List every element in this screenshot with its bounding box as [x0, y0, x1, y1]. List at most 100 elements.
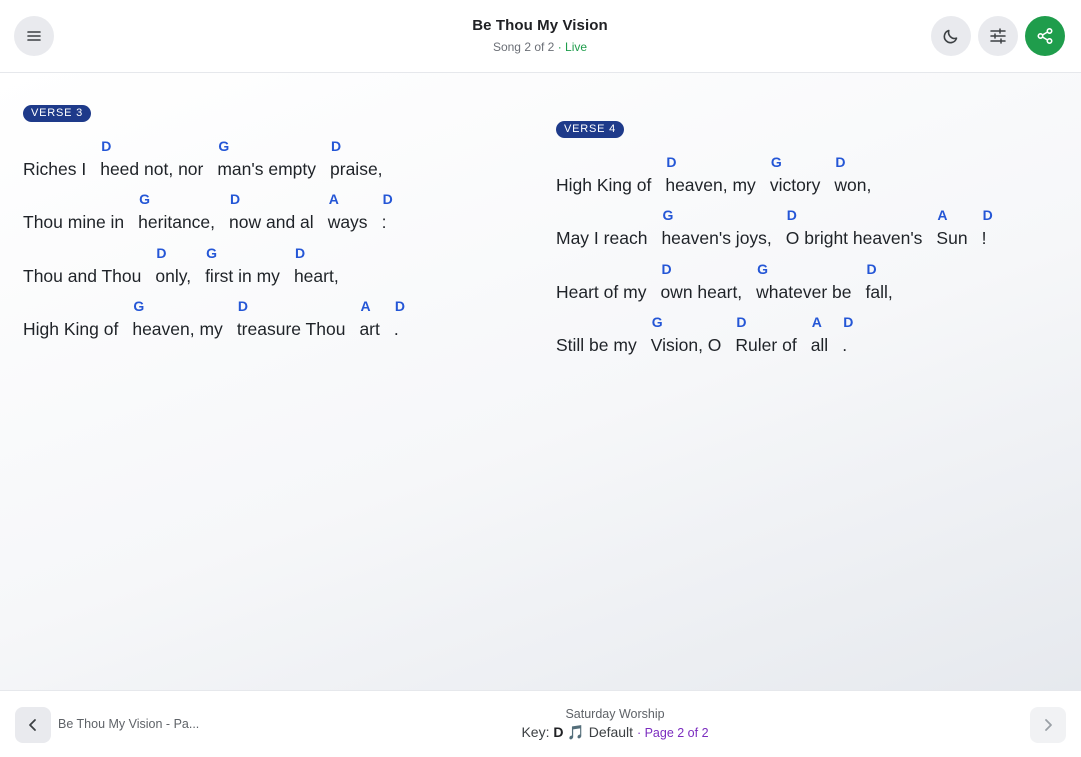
- lyric-text: victory: [769, 174, 821, 195]
- lyric-text: praise,: [330, 158, 383, 179]
- chord-symbol: [556, 204, 647, 226]
- lyric-text: fall,: [865, 281, 893, 302]
- share-icon: [1037, 27, 1053, 45]
- chord-symbol: D: [982, 207, 993, 223]
- chord-symbol: D: [237, 298, 248, 314]
- lyric-segment: Gwhatever be: [756, 258, 851, 304]
- lyric-line: High King of Gheaven, my Dtreasure Thou Aar…: [23, 288, 419, 342]
- lyric-text: won,: [834, 174, 872, 195]
- lyric-segment: Dtreasure Thou: [237, 295, 346, 341]
- settings-button[interactable]: [978, 16, 1018, 56]
- lyric-text: Sun: [936, 228, 968, 248]
- lyric-line: Heart of my Down heart, Gwhatever be Dfall,: [556, 250, 1007, 304]
- chord-symbol: D: [230, 191, 241, 207]
- lyric-text: :: [381, 212, 387, 232]
- lyric-text: Thou mine in: [23, 212, 125, 232]
- lyric-text: Heart of my: [556, 281, 647, 302]
- chevron-right-icon: [1045, 719, 1052, 731]
- lyric-segment: D.: [394, 295, 405, 341]
- lyric-segment: D Ruler of: [735, 311, 796, 357]
- lyric-line: May I reach Gheaven's joys, D O bright heav…: [556, 197, 1007, 251]
- lyric-segment: High King of: [23, 295, 118, 341]
- chord-symbol: D: [331, 137, 342, 154]
- lyric-segment: Dwon,: [834, 151, 871, 197]
- song-heading: Be Thou My Vision Song 2 of 2 · Live: [340, 17, 740, 54]
- lyric-segment: Dfall,: [866, 258, 893, 304]
- menu-button[interactable]: [14, 16, 54, 56]
- song-title: Be Thou My Vision: [472, 17, 608, 34]
- chord-symbol: [556, 151, 651, 173]
- lyric-segment: Donly,: [155, 242, 191, 288]
- lyric-segment: Dnow and al: [229, 188, 314, 234]
- lyric-line: Thou and Thou Donly, Gfirst in my Dheart,: [23, 234, 419, 288]
- share-button[interactable]: [1025, 16, 1065, 56]
- chord-symbol: D: [294, 244, 306, 261]
- next-song-button[interactable]: [1030, 707, 1066, 743]
- lyric-line: Thou mine in Gheritance, Dnow and al Aways D…: [23, 181, 419, 235]
- chord-symbol: G: [770, 153, 782, 170]
- set-info: Saturday Worship Key: D 🎵 Default · Page…: [415, 707, 815, 741]
- chord-symbol: [23, 242, 141, 264]
- song-count: Song 2 of 2: [492, 40, 555, 54]
- lyric-segment: Dheart,: [294, 242, 339, 288]
- chord-symbol: D: [786, 207, 797, 223]
- lyric-text: High King of: [23, 319, 119, 339]
- verse-label: VERSE 4: [556, 121, 625, 138]
- chord-symbol: G: [139, 191, 151, 207]
- previous-song-label[interactable]: Be Thou My Vision - Pa...: [58, 717, 199, 731]
- lyric-segment: Gheaven, my: [132, 295, 222, 341]
- lyric-text: heart,: [293, 265, 339, 286]
- lyric-segment: Dheaven, my: [665, 151, 755, 197]
- bottom-bar: Be Thou My Vision - Pa... Saturday Worsh…: [0, 690, 1081, 757]
- chord-symbol: D: [666, 153, 677, 170]
- lyric-segment: Riches I: [23, 135, 86, 181]
- lyric-text: .: [842, 335, 848, 355]
- verse-label: VERSE 3: [23, 105, 92, 122]
- lyric-text: heaven, my: [132, 319, 223, 339]
- lyric-text: Thou and Thou: [23, 265, 142, 286]
- lyric-segment: D.: [842, 311, 853, 357]
- lyric-text: .: [393, 319, 399, 339]
- chord-symbol: D: [736, 314, 747, 330]
- chord-sheet: VERSE 3 Riches I Dheed not, nor Gman's emp…: [0, 73, 1081, 690]
- lyric-text: now and al: [229, 212, 314, 232]
- lyric-segment: D:: [382, 188, 393, 234]
- moon-icon: [943, 29, 958, 44]
- key-prefix: Key:: [521, 724, 550, 740]
- chord-symbol: G: [218, 137, 230, 154]
- lyric-text: heed not, nor: [100, 158, 204, 179]
- lyric-segment: Gman's empty: [217, 135, 316, 181]
- lyric-segment: G Vision, O: [651, 311, 722, 357]
- lyric-text: treasure Thou: [236, 319, 346, 339]
- chord-symbol: A: [811, 314, 822, 330]
- chord-symbol: [23, 295, 118, 317]
- lyric-segment: Heart of my: [556, 258, 646, 304]
- chord-symbol: D: [866, 260, 877, 277]
- lyric-segment: Dheed not, nor: [100, 135, 203, 181]
- lyric-segment: Gheritance,: [138, 188, 215, 234]
- chord-symbol: [556, 311, 637, 333]
- lyric-text: May I reach: [556, 228, 648, 248]
- lyric-segment: Aways: [328, 188, 368, 234]
- lyric-text: whatever be: [756, 281, 852, 302]
- lyric-text: first in my: [205, 265, 280, 286]
- chord-symbol: D: [661, 260, 672, 277]
- lyric-line: High King of Dheaven, my Gvictory Dwon,: [556, 143, 1007, 197]
- song-position: Song 2 of 2 · Live: [340, 40, 740, 54]
- lyric-segment: Dpraise,: [330, 135, 383, 181]
- chord-symbol: G: [651, 314, 663, 330]
- lyric-text: all: [810, 335, 829, 355]
- lyric-text: ways: [327, 212, 368, 232]
- lyric-segment: High King of: [556, 151, 651, 197]
- lyric-line: Riches I Dheed not, nor Gman's empty Dprais…: [23, 127, 419, 181]
- lyric-line: Still be my G Vision, O D Ruler of Aall D.: [556, 304, 1007, 358]
- chevron-left-icon: [29, 719, 36, 731]
- sliders-icon: [990, 28, 1006, 44]
- theme-toggle-button[interactable]: [931, 16, 971, 56]
- lyric-text: heaven's joys,: [661, 228, 772, 248]
- chord-symbol: [23, 188, 124, 210]
- previous-song-button[interactable]: [15, 707, 51, 743]
- verse-lines: Riches I Dheed not, nor Gman's empty Dprais…: [23, 127, 419, 341]
- live-status: · Live: [557, 40, 588, 54]
- chord-symbol: [23, 135, 86, 157]
